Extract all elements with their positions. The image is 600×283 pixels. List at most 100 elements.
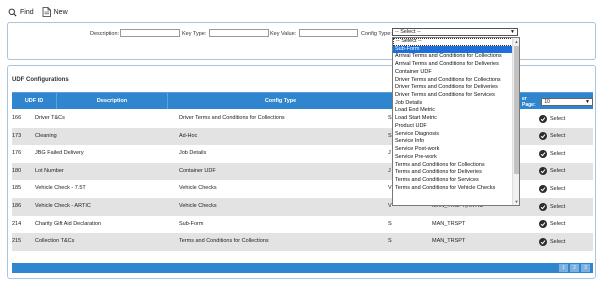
check-circle-icon [539,202,547,211]
dropdown-option[interactable]: Container UDF [393,69,513,77]
description-cell: JBG Failed Delivery [35,150,84,157]
select-button[interactable]: Select [539,236,565,247]
scroll-up-icon[interactable]: ▲ [513,38,520,45]
key-value-label: Key Value: [270,31,297,37]
dropdown-option[interactable]: -- Select -- [393,38,513,46]
config-type-cell: Container UDF [179,167,216,174]
dropdown-option[interactable]: Arrival Terms and Conditions for Deliver… [393,61,513,69]
page-number[interactable]: 1 [559,264,568,272]
check-circle-icon [539,114,547,123]
description-cell: Lot Number [35,167,64,174]
config-type-cell: Driver Terms and Conditions for Collecti… [179,115,285,121]
dropdown-option[interactable]: Service Diagnosis [393,131,513,139]
dropdown-option[interactable]: Driver Terms and Conditions for Services [393,92,513,100]
description-cell: Vehicle Check - 7.5T [35,185,86,192]
find-button[interactable]: Find [8,8,34,17]
config-type-cell: Job Details [179,150,207,157]
select-button[interactable]: Select [539,131,565,142]
select-button[interactable]: Select [539,166,565,177]
select-label: Select [550,185,566,192]
key-type-cell: S [388,220,392,227]
scroll-down-icon[interactable]: ▼ [513,198,520,205]
dropdown-option[interactable]: Terms and Conditions for Services [393,177,513,185]
dropdown-option[interactable]: Load End Metric [393,107,513,115]
dropdown-option[interactable]: Service Post-work [393,146,513,154]
check-circle-icon [539,184,547,193]
table-row[interactable]: 215 Collection T&Cs Terms and Conditions f… [12,233,593,251]
dropdown-option[interactable]: Terms and Conditions for Collections [393,162,513,170]
new-button[interactable]: New [42,7,68,17]
select-label: Select [550,168,566,175]
key-value-cell: MAN_TRSPT [432,238,466,245]
pagination: 123 [559,264,590,272]
page-size-value: 10 [544,99,550,105]
select-label: Select [550,133,566,140]
check-circle-icon [539,167,547,176]
select-label: Select [550,115,566,122]
config-type-value: -- Select -- [395,29,421,35]
check-circle-icon [539,149,547,158]
config-type-cell: Terms and Conditions for Collections [179,238,269,245]
key-type-label: Key Type: [182,31,207,37]
select-label: Select [550,150,566,157]
column-header-udf-id[interactable]: UDF ID [12,93,57,109]
check-circle-icon [539,220,547,229]
find-label: Find [20,8,34,16]
column-header-description[interactable]: Description [57,93,168,109]
toolbar: Find New [8,5,68,19]
chevron-down-icon: ▼ [585,99,590,105]
select-button[interactable]: Select [539,183,565,194]
description-cell: Collection T&Cs [35,238,75,245]
page-size-label: er Page: [522,96,536,108]
config-type-cell: Sub-Form [179,220,204,227]
description-cell: Driver T&Cs [35,115,65,121]
dropdown-option[interactable]: Terms and Conditions for Deliveries [393,169,513,177]
select-label: Select [550,238,566,245]
dropdown-option[interactable]: Service Pre-work [393,154,513,162]
dropdown-option[interactable]: Terms and Conditions for Vehicle Checks [393,185,513,193]
select-button[interactable]: Select [539,201,565,212]
description-input[interactable] [120,29,180,37]
config-type-select[interactable]: -- Select -- ▼ [392,28,518,36]
new-document-icon [42,7,51,17]
dropdown-option[interactable]: Job Details [393,100,513,108]
key-type-cell: S [388,238,392,245]
page-number[interactable]: 2 [570,264,579,272]
dropdown-scrollbar[interactable]: ▲ ▼ [512,38,519,205]
dropdown-option[interactable]: Arrival Terms and Conditions for Collect… [393,53,513,61]
dropdown-option[interactable]: Driver Terms and Conditions for Deliveri… [393,84,513,92]
dropdown-option[interactable]: Driver Terms and Conditions for Collecti… [393,77,513,85]
scroll-thumb[interactable] [514,46,519,174]
check-circle-icon [539,237,547,246]
dropdown-arrow-icon: ▼ [510,29,515,35]
search-icon [8,8,17,17]
select-button[interactable]: Select [539,148,565,159]
select-button[interactable]: Select [539,219,565,230]
table-row[interactable]: 214 Charity Gift Aid Declaration Sub-Form S… [12,216,593,234]
page-size-control: er Page: 10 ▼ [522,96,593,108]
dropdown-options: -- Select -- Sub-Form Arrival Terms and Co… [393,38,513,192]
dropdown-option[interactable]: Load Start Metric [393,115,513,123]
key-value-input[interactable] [299,29,358,37]
description-cell: Charity Gift Aid Declaration [35,220,102,227]
select-label: Select [550,203,566,210]
description-label: Description: [90,31,120,37]
dropdown-option[interactable]: Sub-Form [393,45,513,54]
page-number[interactable]: 3 [581,264,590,272]
column-header-config-type[interactable]: Config Type [168,93,393,109]
select-button[interactable]: Select [539,113,565,124]
new-label: New [53,8,68,16]
config-type-label: Config Type: [361,31,392,37]
description-cell: Vehicle Check - ARTIC [35,203,91,209]
grid-footer: 123 [12,263,593,273]
dropdown-option[interactable]: Service Info [393,138,513,146]
page-size-select[interactable]: 10 ▼ [541,98,593,106]
description-cell: Cleaning [35,132,57,139]
key-value-cell: MAN_TRSPT [432,220,466,227]
config-type-dropdown[interactable]: -- Select -- Sub-Form Arrival Terms and Co… [392,37,520,206]
check-circle-icon [539,132,547,141]
dropdown-option[interactable]: Product UDF [393,123,513,131]
key-type-input[interactable] [209,29,269,37]
config-type-cell: Ad-Hoc [179,132,198,139]
select-label: Select [550,221,566,228]
